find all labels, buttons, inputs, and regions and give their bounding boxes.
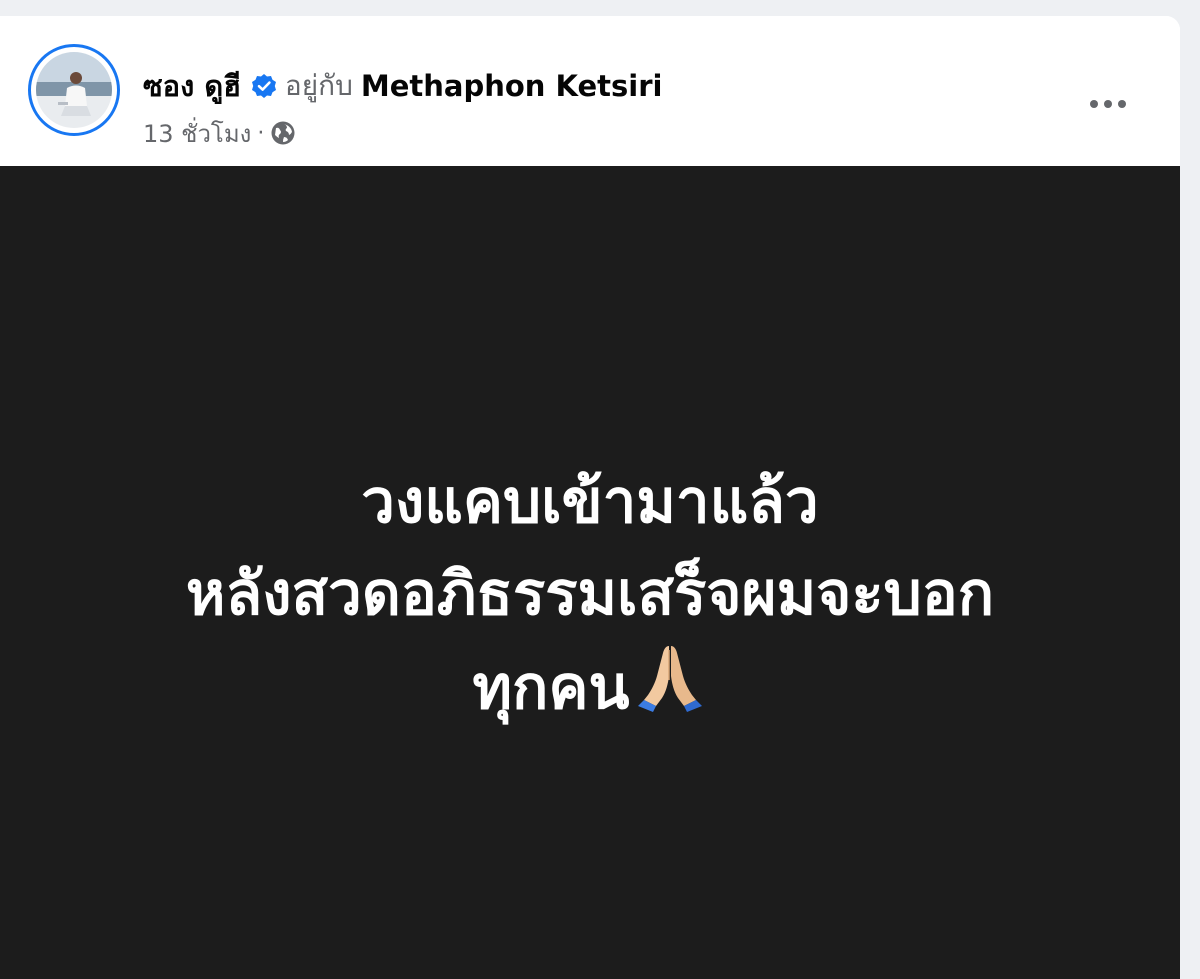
more-options-button[interactable]: [1076, 78, 1140, 130]
status-text: วงแคบเข้ามาแล้ว หลังสวดอภิธรรมเสร็จผมจะบ…: [0, 456, 1180, 734]
globe-icon[interactable]: [270, 120, 296, 146]
post-meta: 13 ชั่วโมง ·: [143, 116, 296, 150]
status-background-post[interactable]: วงแคบเข้ามาแล้ว หลังสวดอภิธรรมเสร็จผมจะบ…: [0, 166, 1180, 979]
more-options-icon: [1090, 100, 1126, 108]
post-timestamp[interactable]: 13 ชั่วโมง: [143, 114, 251, 153]
tagged-person-name[interactable]: Methaphon Ketsiri: [361, 69, 663, 103]
post-header: ซอง ดูฮี อยู่กับ Methaphon Ketsiri 13 ชั…: [0, 16, 1180, 166]
profile-photo-icon: [36, 52, 112, 128]
author-avatar[interactable]: [28, 44, 120, 136]
meta-separator: ·: [257, 120, 265, 146]
author-name[interactable]: ซอง ดูฮี: [143, 63, 241, 109]
post-card: ซอง ดูฮี อยู่กับ Methaphon Ketsiri 13 ชั…: [0, 16, 1180, 979]
folded-hands-icon: [637, 646, 702, 712]
avatar-photo: [36, 52, 112, 128]
with-label: อยู่กับ: [284, 69, 353, 102]
status-line-1: วงแคบเข้ามาแล้ว: [361, 467, 819, 537]
author-line: ซอง ดูฮี อยู่กับ Methaphon Ketsiri: [143, 66, 662, 106]
status-line-3-wrap: ทุกคน: [0, 640, 1180, 734]
verified-badge-icon: [251, 74, 276, 98]
status-line-3: ทุกคน: [472, 653, 630, 723]
status-line-2: หลังสวดอภิธรรมเสร็จผมจะบอก: [185, 559, 995, 629]
